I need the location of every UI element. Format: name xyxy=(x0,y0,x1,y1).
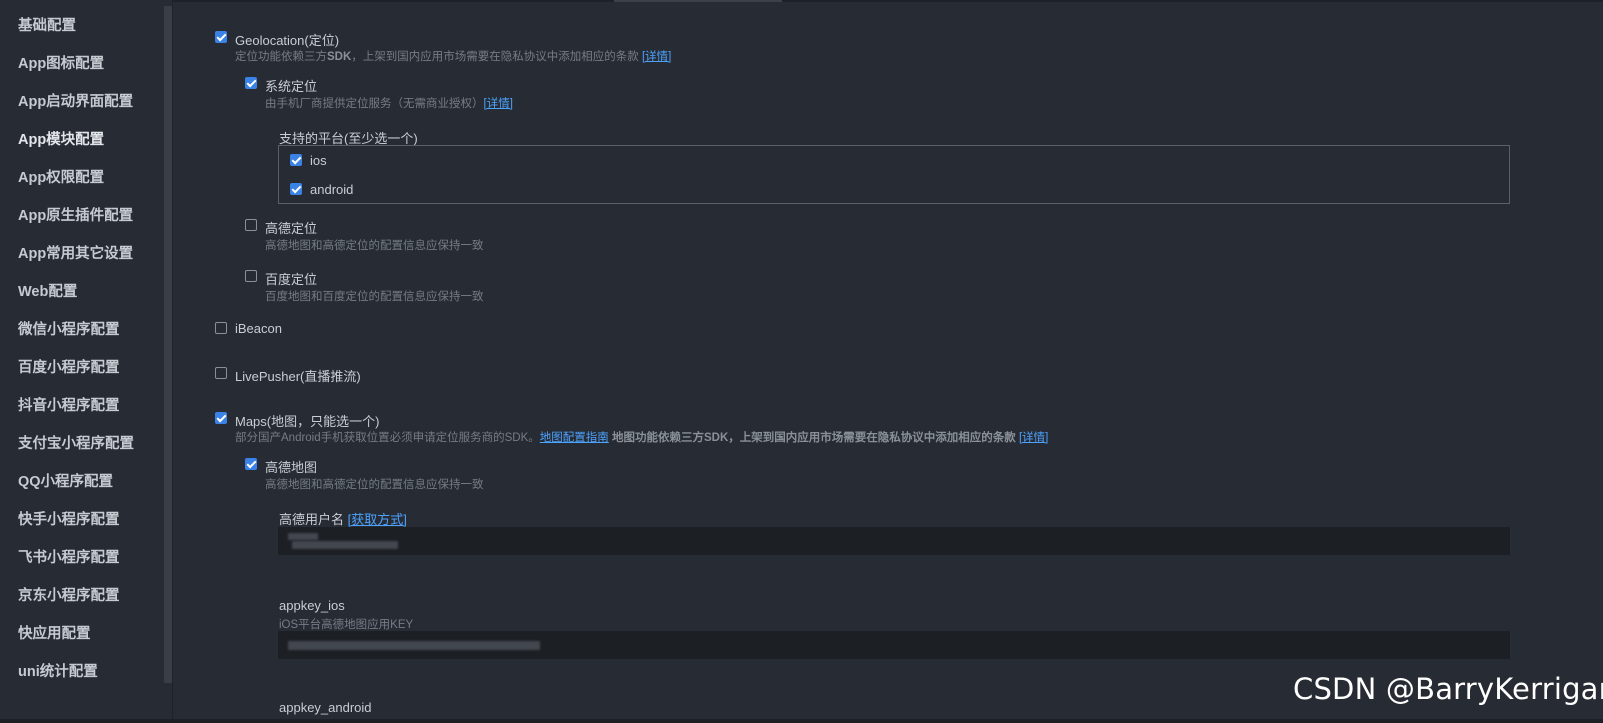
system-location-detail-link[interactable]: [详情] xyxy=(484,98,513,110)
sidebar-item-app-permissions[interactable]: App权限配置 xyxy=(18,164,104,192)
amap-location-checkbox[interactable] xyxy=(245,219,257,231)
sidebar-item-app-icon[interactable]: App图标配置 xyxy=(18,50,104,78)
sidebar-item-feishu-mp[interactable]: 飞书小程序配置 xyxy=(18,544,120,572)
appkey-ios-input[interactable] xyxy=(278,631,1510,659)
appkey-ios-label: appkey_ios xyxy=(279,598,345,613)
redacted-value xyxy=(292,541,398,549)
geolocation-detail-link[interactable]: [详情] xyxy=(642,51,671,63)
sidebar-scrollbar[interactable] xyxy=(164,6,172,683)
platform-ios-checkbox[interactable] xyxy=(290,154,302,166)
geolocation-desc: 定位功能依赖三方SDK，上架到国内应用市场需要在隐私协议中添加相应的条款 [详情… xyxy=(235,48,671,64)
top-tab-highlight xyxy=(614,0,782,2)
sidebar-item-app-native-plugins[interactable]: App原生插件配置 xyxy=(18,202,133,230)
livepusher-checkbox[interactable] xyxy=(215,367,227,379)
baidu-location-desc: 百度地图和百度定位的配置信息应保持一致 xyxy=(265,291,484,303)
system-location-label: 系统定位 xyxy=(265,79,318,94)
bottom-border xyxy=(0,719,1603,723)
watermark: CSDN @BarryKerrigan xyxy=(1293,672,1603,706)
geolocation-desc-prefix: 定位功能依赖三方 xyxy=(235,51,327,63)
ibeacon-label: iBeacon xyxy=(235,321,282,336)
top-border xyxy=(0,0,1603,2)
amap-map-desc: 高德地图和高德定位的配置信息应保持一致 xyxy=(265,479,484,491)
platform-android-checkbox[interactable] xyxy=(290,183,302,195)
baidu-location-checkbox[interactable] xyxy=(245,270,257,282)
platforms-group xyxy=(278,145,1510,204)
sidebar-item-alipay-mp[interactable]: 支付宝小程序配置 xyxy=(18,430,134,458)
maps-checkbox[interactable] xyxy=(215,412,227,424)
system-location-checkbox[interactable] xyxy=(245,77,257,89)
sidebar-item-quickapp[interactable]: 快应用配置 xyxy=(18,620,91,648)
amap-username-howto-link[interactable]: [获取方式] xyxy=(348,512,407,527)
platform-ios-label: ios xyxy=(310,153,327,168)
sidebar-item-web[interactable]: Web配置 xyxy=(18,278,77,306)
livepusher-label: LivePusher(直播推流) xyxy=(235,369,361,384)
redacted-value xyxy=(288,641,540,650)
system-location-desc: 由手机厂商提供定位服务（无需商业授权）[详情] xyxy=(265,95,513,111)
sidebar-item-weixin-mp[interactable]: 微信小程序配置 xyxy=(18,316,120,344)
sidebar-divider xyxy=(172,0,173,719)
sidebar-item-app-splash[interactable]: App启动界面配置 xyxy=(18,88,133,116)
sidebar-item-basic[interactable]: 基础配置 xyxy=(18,12,76,40)
maps-guide-link[interactable]: 地图配置指南 xyxy=(540,432,609,444)
sidebar: 基础配置 App图标配置 App启动界面配置 App模块配置 App权限配置 A… xyxy=(0,0,172,719)
sidebar-item-jd-mp[interactable]: 京东小程序配置 xyxy=(18,582,120,610)
sidebar-item-app-modules[interactable]: App模块配置 xyxy=(18,126,104,154)
amap-map-checkbox[interactable] xyxy=(245,458,257,470)
maps-label: Maps(地图，只能选一个) xyxy=(235,414,380,429)
amap-username-input[interactable] xyxy=(278,527,1510,555)
sidebar-item-app-other[interactable]: App常用其它设置 xyxy=(18,240,133,268)
sidebar-item-kuaishou-mp[interactable]: 快手小程序配置 xyxy=(18,506,120,534)
platform-android-label: android xyxy=(310,182,354,197)
baidu-location-label: 百度定位 xyxy=(265,272,318,287)
appkey-ios-desc: iOS平台高德地图应用KEY xyxy=(279,619,414,631)
amap-username-label-text: 高德用户名 xyxy=(279,512,345,527)
sidebar-item-baidu-mp[interactable]: 百度小程序配置 xyxy=(18,354,120,382)
amap-location-label: 高德定位 xyxy=(265,221,318,236)
amap-username-label: 高德用户名 [获取方式] xyxy=(279,509,407,528)
sidebar-item-douyin-mp[interactable]: 抖音小程序配置 xyxy=(18,392,120,420)
geolocation-desc-rest: ，上架到国内应用市场需要在隐私协议中添加相应的条款 xyxy=(351,51,639,63)
system-location-desc-text: 由手机厂商提供定位服务（无需商业授权） xyxy=(265,98,484,110)
maps-desc-bold: 地图功能依赖三方SDK，上架到国内应用市场需要在隐私协议中添加相应的条款 xyxy=(608,432,1016,444)
maps-detail-link[interactable]: [详情] xyxy=(1019,432,1048,444)
maps-desc-prefix: 部分国产Android手机获取位置必须申请定位服务商的SDK。 xyxy=(235,432,540,444)
ibeacon-checkbox[interactable] xyxy=(215,322,227,334)
geolocation-desc-sdk: SDK xyxy=(327,51,352,63)
geolocation-checkbox[interactable] xyxy=(215,31,227,43)
sidebar-item-qq-mp[interactable]: QQ小程序配置 xyxy=(18,468,113,496)
amap-location-desc: 高德地图和高德定位的配置信息应保持一致 xyxy=(265,240,484,252)
geolocation-label: Geolocation(定位) xyxy=(235,33,340,48)
sidebar-item-uni-stat[interactable]: uni统计配置 xyxy=(18,658,98,686)
amap-map-label: 高德地图 xyxy=(265,460,318,475)
maps-desc: 部分国产Android手机获取位置必须申请定位服务商的SDK。地图配置指南 地图… xyxy=(235,429,1048,445)
appkey-android-label: appkey_android xyxy=(279,700,372,715)
redacted-value xyxy=(288,533,318,540)
